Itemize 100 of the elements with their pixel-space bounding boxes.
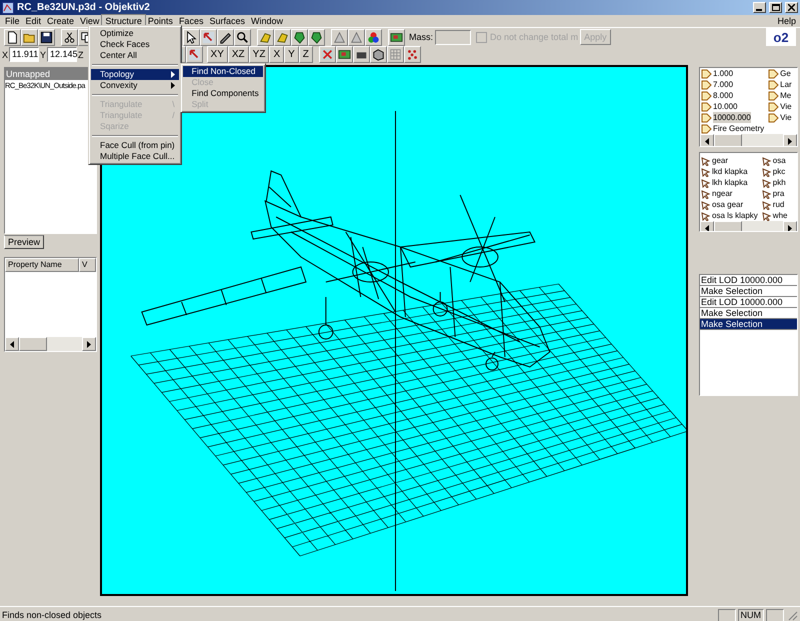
tag-icon	[768, 68, 780, 78]
arrow-tool-icon	[188, 48, 201, 61]
lod-item[interactable]: 1.000	[713, 68, 734, 79]
object-button[interactable]	[336, 46, 353, 63]
close-button[interactable]	[785, 2, 798, 13]
menu-entry[interactable]: Optimize	[91, 28, 179, 39]
selection-item[interactable]: ngear	[712, 188, 732, 199]
view-button[interactable]: XY	[206, 46, 228, 63]
help-menu[interactable]: Help	[774, 15, 800, 27]
lod-item[interactable]: 10.000	[713, 101, 738, 112]
horizontal-scrollbar[interactable]	[700, 134, 797, 146]
menu-item[interactable]: Faces	[176, 15, 206, 27]
new-file-button[interactable]	[4, 28, 21, 46]
horizontal-scrollbar[interactable]	[5, 337, 96, 351]
selection-item[interactable]: whe	[772, 210, 788, 221]
menu-entry[interactable]: Convexity	[91, 80, 179, 91]
triangle-button[interactable]	[348, 28, 365, 46]
selection-item[interactable]: lkh klapka	[712, 177, 748, 188]
coordinate-field[interactable]: 12.145	[47, 47, 78, 62]
history-item[interactable]: Make Selection	[700, 319, 797, 330]
selection-item[interactable]: osa gear	[712, 199, 744, 210]
viewport-3d[interactable]	[100, 65, 688, 596]
right-arrow-icon	[788, 138, 792, 144]
polygon-tool-icon	[310, 30, 323, 44]
tag-icon	[768, 80, 780, 90]
lod-item[interactable]: Vie	[780, 112, 792, 123]
selection-item[interactable]: rud	[772, 199, 784, 210]
minimize-button[interactable]	[753, 2, 766, 13]
window-title: RC_Be32UN.p3d - Objektiv2	[17, 2, 151, 13]
view-button[interactable]: Z	[298, 46, 313, 63]
lod-item[interactable]: Me	[780, 90, 792, 101]
history-item[interactable]: Edit LOD 10000.000	[700, 297, 797, 308]
menu-entry[interactable]: Multiple Face Cull...	[91, 151, 179, 162]
scissors-button[interactable]	[61, 28, 78, 46]
x-mark-icon	[320, 48, 334, 61]
menu-item[interactable]: Window	[248, 15, 286, 27]
folder-button[interactable]	[21, 28, 38, 46]
triangle-button[interactable]	[331, 28, 348, 46]
menu-entry[interactable]: Check Faces	[91, 39, 179, 50]
x-mark-button[interactable]	[318, 46, 336, 63]
mass-field[interactable]	[435, 30, 472, 44]
lod-item[interactable]: 10000.000	[713, 112, 751, 123]
arrow-tool-button[interactable]	[186, 46, 203, 63]
num-lock-indicator: NUM	[738, 608, 764, 621]
history-item[interactable]: Make Selection	[700, 286, 797, 297]
lod-item[interactable]: Lar	[780, 79, 792, 90]
shape-tool-button[interactable]	[257, 28, 274, 46]
menu-entry[interactable]: Center All	[91, 50, 179, 61]
column-header[interactable]: Property Name	[5, 258, 79, 272]
menu-item[interactable]: Create	[44, 15, 78, 27]
cube-button[interactable]	[370, 46, 387, 63]
menu-entry[interactable]: Face Cull (from pin)	[91, 140, 179, 151]
view-button[interactable]: Y	[284, 46, 299, 63]
menu-item[interactable]: Points	[144, 15, 176, 27]
status-pane	[718, 608, 736, 621]
polygon-tool-button[interactable]	[291, 28, 308, 46]
maximize-button[interactable]	[769, 2, 782, 13]
tag-icon	[768, 102, 780, 112]
magnifier-button[interactable]	[234, 28, 251, 46]
selection-item[interactable]: osa ls klapky	[712, 210, 758, 221]
shape-tool-button[interactable]	[274, 28, 291, 46]
selection-item[interactable]: osa	[772, 155, 786, 166]
selection-item[interactable]: gear	[712, 155, 728, 166]
view-button[interactable]: XZ	[228, 46, 249, 63]
lod-item[interactable]: Ge	[780, 68, 791, 79]
menu-item[interactable]: Edit	[22, 15, 44, 27]
view-button[interactable]: X	[269, 46, 284, 63]
polygon-tool-button[interactable]	[308, 28, 325, 46]
menu-item[interactable]: View	[77, 15, 102, 27]
color-wheel-button[interactable]	[365, 28, 382, 46]
dots-button[interactable]	[404, 46, 421, 63]
menu-entry[interactable]: Find Components	[182, 88, 263, 99]
pen-button[interactable]	[217, 28, 234, 46]
axis-label: X	[2, 50, 8, 60]
selection-item[interactable]: lkd klapka	[712, 166, 748, 177]
horizontal-scrollbar[interactable]	[700, 221, 797, 231]
lod-item[interactable]: 7.000	[713, 79, 734, 90]
selection-item[interactable]: pkc	[772, 166, 786, 177]
history-item[interactable]: Edit LOD 10000.000	[700, 275, 797, 286]
pen-icon	[219, 30, 232, 44]
lod-item[interactable]: Fire Geometry	[713, 123, 764, 134]
menu-item[interactable]: File	[2, 15, 23, 27]
menu-item[interactable]: Surfaces	[206, 15, 248, 27]
lod-item[interactable]: 8.000	[713, 90, 734, 101]
column-header[interactable]: V	[79, 258, 96, 272]
cursor-button[interactable]	[183, 28, 200, 46]
tag-icon	[701, 90, 712, 100]
view-button[interactable]: YZ	[248, 46, 270, 63]
lod-item[interactable]: Vie	[780, 101, 792, 112]
object-button[interactable]	[388, 28, 405, 46]
solid-box-button[interactable]	[352, 46, 370, 63]
preview-tab[interactable]: Preview	[4, 235, 44, 249]
selection-item[interactable]: pkh	[772, 177, 786, 188]
arrow-tool-button[interactable]	[200, 28, 217, 46]
floppy-disk-button[interactable]	[38, 28, 55, 46]
coordinate-field[interactable]: 11.911	[9, 47, 40, 62]
grid-button[interactable]	[386, 46, 404, 63]
selection-item[interactable]: pra	[772, 188, 784, 199]
menu-entry[interactable]: Topology	[91, 69, 179, 80]
menu-entry[interactable]: Find Non-Closed	[182, 66, 263, 77]
